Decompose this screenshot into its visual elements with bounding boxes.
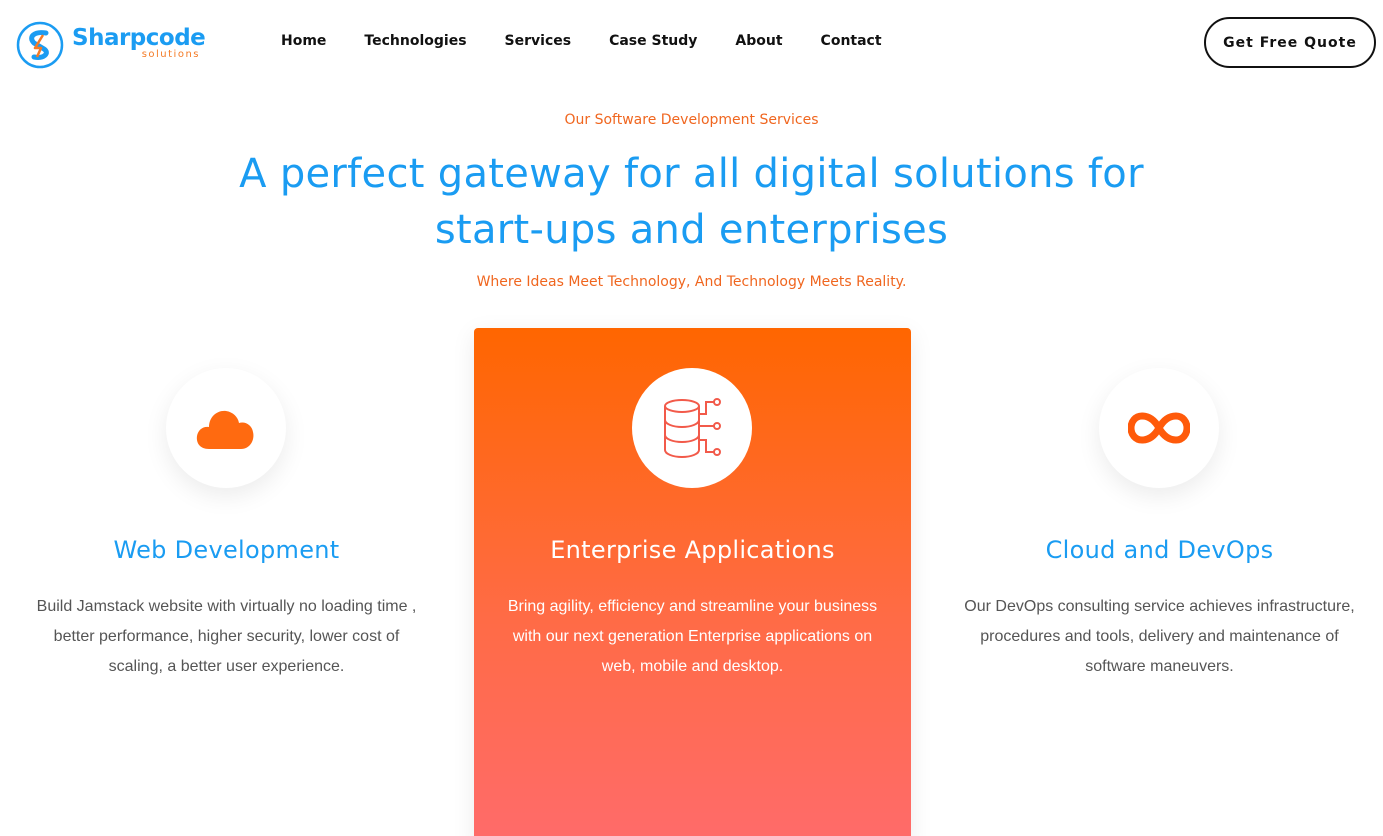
nav-case-study[interactable]: Case Study xyxy=(609,33,697,49)
get-free-quote-button[interactable]: Get Free Quote xyxy=(1204,17,1376,68)
logo[interactable]: Sharpcode solutions xyxy=(16,20,216,70)
service-description: Build Jamstack website with virtually no… xyxy=(36,598,417,675)
icon-circle xyxy=(1099,368,1219,488)
service-title: Enterprise Applications xyxy=(550,536,835,564)
section-tagline: Where Ideas Meet Technology, And Technol… xyxy=(476,274,907,290)
nav-contact[interactable]: Contact xyxy=(821,33,882,49)
cloud-icon xyxy=(196,410,254,449)
service-description: Bring agility, efficiency and streamline… xyxy=(507,598,878,675)
service-title: Cloud and DevOps xyxy=(1045,536,1274,564)
service-card-cloud-devops[interactable]: Cloud and DevOps Our DevOps consulting s… xyxy=(941,328,1378,836)
nav-about[interactable]: About xyxy=(735,33,782,49)
logo-subtitle: solutions xyxy=(141,49,200,60)
database-network-icon xyxy=(664,398,721,459)
icon-circle xyxy=(166,368,286,488)
nav-services[interactable]: Services xyxy=(505,33,572,49)
headline-line-2: start-ups and enterprises xyxy=(434,207,949,253)
logo-icon xyxy=(16,21,64,69)
icon-circle xyxy=(632,368,752,488)
infinity-icon xyxy=(1128,412,1190,444)
site-header: Sharpcode solutions Home Technologies Se… xyxy=(0,0,1383,88)
section-eyebrow: Our Software Development Services xyxy=(564,112,819,128)
service-card-enterprise-applications[interactable]: Enterprise Applications Bring agility, e… xyxy=(474,328,911,836)
main-nav: Home Technologies Services Case Study Ab… xyxy=(262,33,901,49)
logo-name: Sharpcode xyxy=(72,25,206,51)
nav-technologies[interactable]: Technologies xyxy=(364,33,466,49)
page-headline: A perfect gateway for all digital soluti… xyxy=(141,146,1242,258)
headline-line-1: A perfect gateway for all digital soluti… xyxy=(239,151,1144,197)
service-card-web-development[interactable]: Web Development Build Jamstack website w… xyxy=(8,328,445,836)
nav-home[interactable]: Home xyxy=(281,33,326,49)
service-description: Our DevOps consulting service achieves i… xyxy=(964,598,1355,675)
service-title: Web Development xyxy=(113,536,340,564)
